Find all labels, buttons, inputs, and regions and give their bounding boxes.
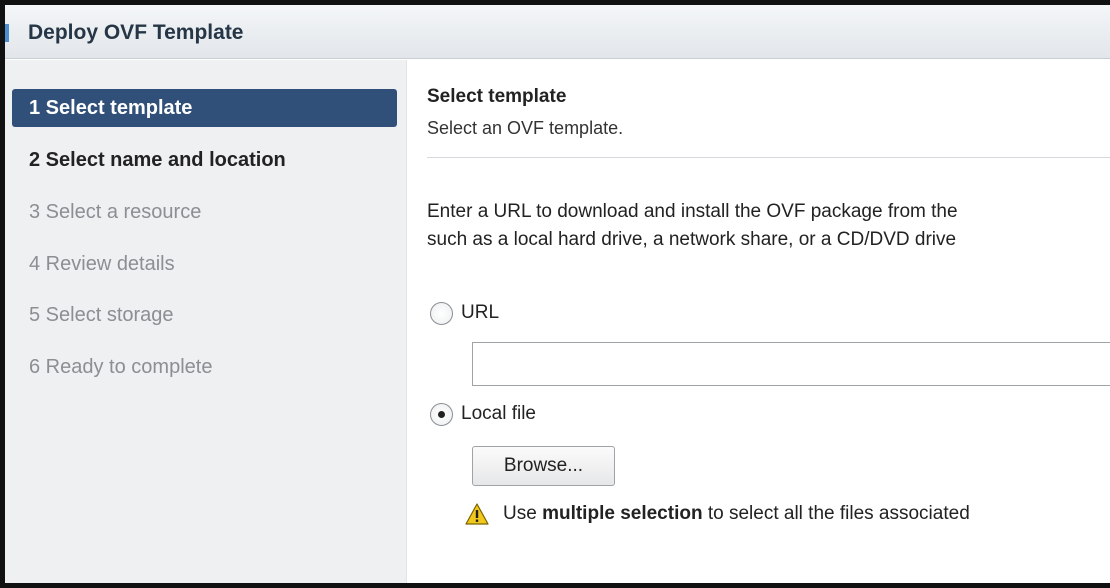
note-prefix: Use: [503, 503, 543, 524]
title-accent: [5, 24, 9, 42]
dialog-title: Deploy OVF Template: [28, 21, 244, 44]
note-bold: multiple selection: [542, 503, 703, 524]
step-select-template[interactable]: 1 Select template: [12, 89, 397, 127]
step-ready-to-complete: 6 Ready to complete: [29, 356, 213, 378]
browse-button[interactable]: Browse...: [472, 446, 615, 486]
note-suffix: to select all the files associated: [702, 503, 970, 524]
deploy-ovf-dialog: Deploy OVF Template 1 Select template 2 …: [0, 0, 1110, 588]
url-option[interactable]: URL: [430, 300, 499, 326]
url-radio-label: URL: [461, 302, 500, 323]
page-subtitle: Select an OVF template.: [427, 118, 624, 138]
local-file-option[interactable]: Local file: [430, 401, 536, 427]
wizard-steps-sidebar: 1 Select template 2 Select name and loca…: [5, 60, 407, 583]
local-file-radio[interactable]: [430, 402, 453, 426]
note-text: Use multiple selection to select all the…: [503, 503, 970, 525]
step-select-storage: 5 Select storage: [29, 304, 174, 326]
page-title: Select template: [427, 86, 567, 107]
multiple-selection-note: Use multiple selection to select all the…: [465, 503, 970, 525]
divider: [427, 157, 1110, 158]
warning-icon: [465, 503, 489, 525]
local-file-radio-label: Local file: [461, 403, 536, 424]
step-review-details: 4 Review details: [29, 253, 175, 275]
step-select-a-resource: 3 Select a resource: [29, 201, 202, 223]
step-select-name-and-location[interactable]: 2 Select name and location: [12, 141, 397, 179]
description-line-2: such as a local hard drive, a network sh…: [427, 229, 957, 250]
title-bar: Deploy OVF Template: [5, 5, 1110, 59]
description-line-1: Enter a URL to download and install the …: [427, 201, 958, 222]
url-input[interactable]: [472, 342, 1110, 386]
url-radio[interactable]: [430, 301, 453, 325]
main-content: Select template Select an OVF template. …: [407, 60, 1110, 583]
